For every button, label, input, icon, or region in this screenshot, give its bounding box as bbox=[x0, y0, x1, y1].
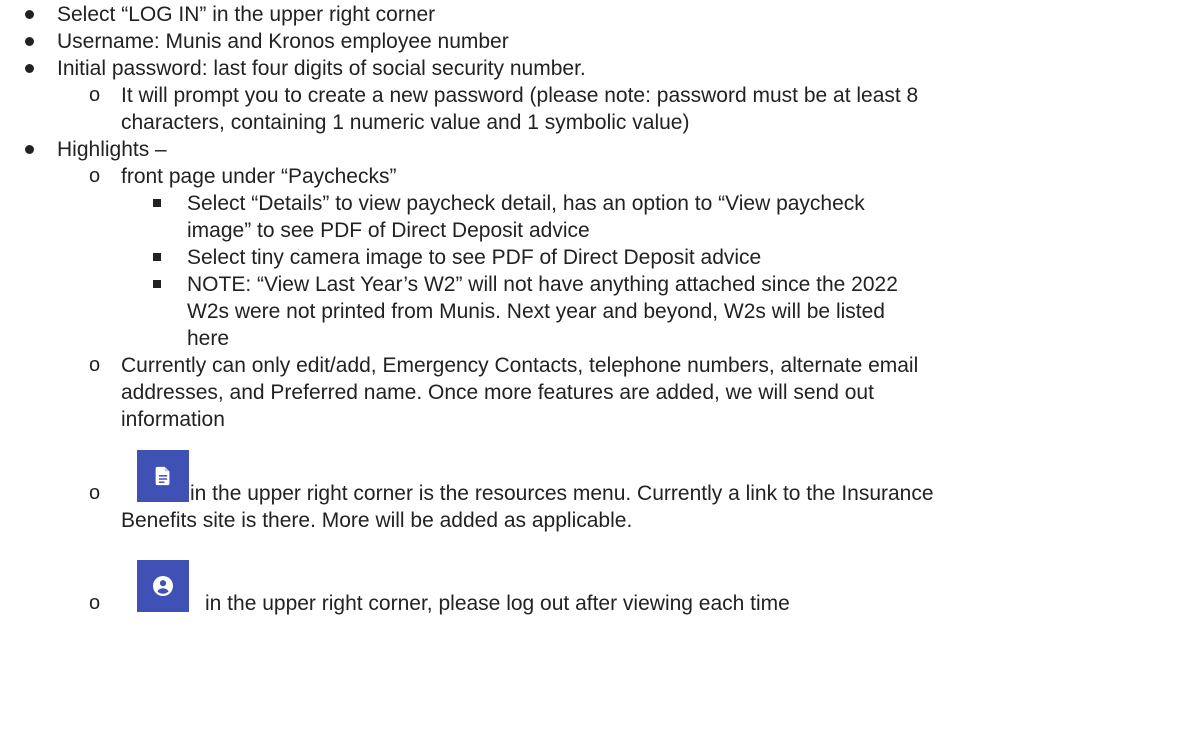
resources-line2: Benefits site is there. More will be add… bbox=[121, 509, 633, 532]
account-circle-icon bbox=[137, 560, 189, 612]
bullet-text-highlights: Highlights – bbox=[57, 138, 167, 161]
sub-bullet: o bbox=[89, 84, 101, 106]
sub-bullet: o bbox=[89, 482, 101, 504]
bullet-text-username: Username: Munis and Kronos employee numb… bbox=[57, 30, 509, 53]
document-icon bbox=[137, 450, 189, 502]
sub-bullet: o bbox=[89, 354, 101, 376]
password-note-line2: characters, containing 1 numeric value a… bbox=[121, 111, 690, 134]
edit-line1: Currently can only edit/add, Emergency C… bbox=[121, 354, 919, 377]
bullet bbox=[25, 10, 34, 19]
square-bullet bbox=[153, 199, 161, 207]
note-line3: here bbox=[187, 327, 230, 350]
edit-line2: addresses, and Preferred name. Once more… bbox=[121, 381, 874, 404]
sub-bullet: o bbox=[89, 165, 101, 187]
front-page-text: front page under “Paychecks” bbox=[121, 165, 397, 188]
password-note-line1: It will prompt you to create a new passw… bbox=[121, 84, 919, 107]
details-line1: Select “Details” to view paycheck detail… bbox=[187, 192, 865, 215]
sub-bullet: o bbox=[89, 592, 101, 614]
square-bullet bbox=[153, 280, 161, 288]
details-line2: image” to see PDF of Direct Deposit advi… bbox=[187, 219, 590, 242]
bullet bbox=[25, 37, 34, 46]
square-bullet bbox=[153, 253, 161, 261]
camera-text: Select tiny camera image to see PDF of D… bbox=[187, 246, 762, 269]
bullet bbox=[25, 145, 34, 154]
bullet bbox=[25, 64, 34, 73]
bullet-text-password: Initial password: last four digits of so… bbox=[57, 57, 586, 80]
note-line2: W2s were not printed from Munis. Next ye… bbox=[187, 300, 885, 323]
note-line1: NOTE: “View Last Year’s W2” will not hav… bbox=[187, 273, 898, 296]
logout-line1: in the upper right corner, please log ou… bbox=[205, 592, 790, 615]
edit-line3: information bbox=[121, 408, 225, 431]
resources-line1: in the upper right corner is the resourc… bbox=[190, 482, 934, 505]
bullet-text-login: Select “LOG IN” in the upper right corne… bbox=[57, 3, 436, 26]
